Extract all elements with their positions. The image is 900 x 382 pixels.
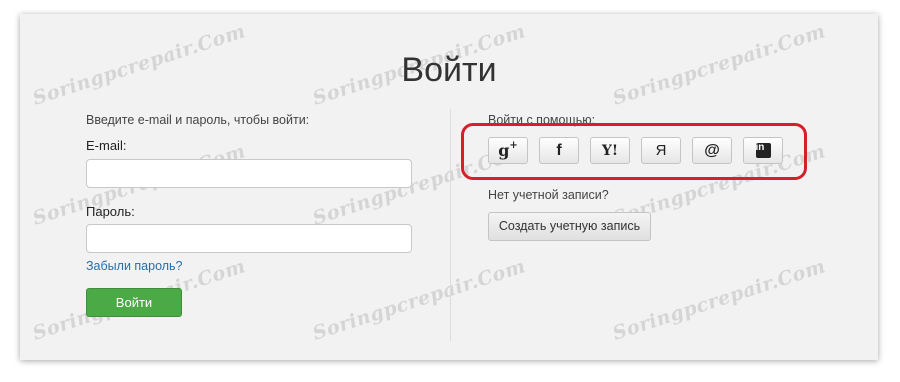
yandex-button[interactable]: Я [641, 137, 681, 164]
facebook-icon: f [556, 141, 562, 159]
linkedin-button[interactable]: in [743, 137, 783, 164]
linkedin-icon: in [755, 143, 771, 158]
password-field[interactable] [86, 224, 412, 253]
yandex-icon: Я [655, 142, 667, 159]
watermark: Soringpcrepair.Com [310, 255, 529, 345]
mail-ru-icon: @ [704, 141, 720, 159]
login-instructions: Введите e-mail и пароль, чтобы войти: [86, 113, 310, 127]
yahoo-icon: Y! [601, 142, 619, 159]
login-button[interactable]: Войти [86, 288, 182, 317]
google-plus-button[interactable]: g+ [488, 137, 528, 164]
page-title: Войти [401, 51, 497, 89]
login-panel: Soringpcrepair.Com Soringpcrepair.Com So… [20, 14, 878, 360]
yahoo-button[interactable]: Y! [590, 137, 630, 164]
column-divider [450, 109, 451, 341]
create-account-button[interactable]: Создать учетную запись [488, 212, 651, 241]
no-account-text: Нет учетной записи? [488, 188, 609, 202]
password-label: Пароль: [86, 204, 135, 219]
mail-ru-button[interactable]: @ [692, 137, 732, 164]
forgot-password-link[interactable]: Забыли пароль? [86, 259, 183, 273]
email-field[interactable] [86, 159, 412, 188]
facebook-button[interactable]: f [539, 137, 579, 164]
google-plus-icon: g+ [498, 139, 518, 160]
watermark: Soringpcrepair.Com [610, 255, 829, 345]
email-label: E-mail: [86, 138, 127, 153]
